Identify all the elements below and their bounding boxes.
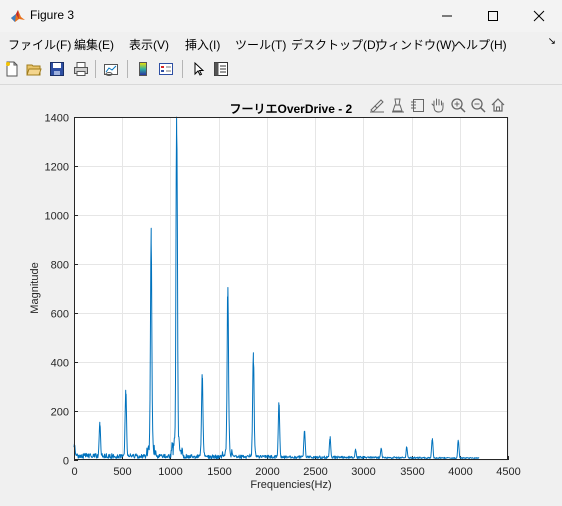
data-tips-icon [392, 98, 404, 113]
zoom-out-icon [471, 98, 486, 113]
menu-desktop[interactable]: デスクトップ(D) [291, 36, 380, 53]
plot-axes[interactable] [74, 117, 508, 460]
window-title: Figure 3 [30, 8, 75, 22]
menu-edit[interactable]: 編集(E) [74, 36, 114, 53]
select-pointer-icon [194, 61, 205, 76]
maximize-icon [488, 11, 498, 21]
new-figure-icon [6, 61, 18, 77]
maximize-button[interactable] [470, 0, 516, 32]
brush-icon [370, 99, 384, 113]
property-inspector-button[interactable] [211, 59, 231, 79]
legend-button[interactable] [156, 59, 176, 79]
legend-icon [159, 63, 173, 75]
y-axis-label: Magnitude [29, 262, 41, 314]
open-file-button[interactable] [24, 59, 44, 79]
zoom-in-icon [451, 98, 466, 113]
save-icon [50, 62, 64, 76]
menu-insert[interactable]: 挿入(I) [185, 36, 220, 53]
zoom-in-button[interactable] [449, 96, 467, 114]
toolbar-separator [95, 60, 96, 78]
menu-help[interactable]: ヘルプ(H) [454, 36, 507, 53]
x-axis-label: Frequencies(Hz) [250, 479, 332, 491]
property-inspector-icon [214, 62, 228, 76]
menu-view[interactable]: 表示(V) [129, 36, 169, 53]
link-plot-button[interactable] [101, 59, 121, 79]
menu-file[interactable]: ファイル(F) [8, 36, 71, 53]
menu-window[interactable]: ウィンドウ(W) [376, 36, 455, 53]
matlab-logo-icon [10, 8, 26, 24]
menu-tools[interactable]: ツール(T) [235, 36, 286, 53]
plot-title: フーリエOverDrive - 2 [229, 102, 353, 116]
open-file-icon [26, 64, 42, 76]
new-figure-button[interactable] [2, 59, 22, 79]
zoom-out-button[interactable] [469, 96, 487, 114]
save-button[interactable] [47, 59, 67, 79]
minimize-button[interactable] [424, 0, 470, 32]
toolbar-separator [127, 60, 128, 78]
home-icon [491, 98, 505, 112]
link-plot-icon [104, 64, 118, 76]
colorbar-icon [139, 62, 147, 76]
print-icon [74, 62, 88, 76]
brush-button[interactable] [368, 96, 386, 114]
colorbar-button[interactable] [133, 59, 153, 79]
toolbar-separator [182, 60, 183, 78]
minimize-icon [442, 15, 452, 17]
rotate-icon [411, 99, 424, 112]
select-pointer-button[interactable] [188, 59, 208, 79]
data-tips-button[interactable] [389, 96, 407, 114]
figure-toolbar [0, 54, 562, 85]
close-icon [533, 10, 545, 22]
close-button[interactable] [516, 0, 562, 32]
pan-icon [431, 98, 444, 113]
menu-bar: ファイル(F) 編集(E) 表示(V) 挿入(I) ツール(T) デスクトップ(… [0, 32, 562, 54]
home-button[interactable] [489, 96, 507, 114]
menu-overflow-icon[interactable]: ↘ [548, 36, 556, 47]
rotate-button[interactable] [409, 96, 427, 114]
title-bar: Figure 3 [0, 0, 562, 32]
print-button[interactable] [71, 59, 91, 79]
pan-button[interactable] [429, 96, 447, 114]
